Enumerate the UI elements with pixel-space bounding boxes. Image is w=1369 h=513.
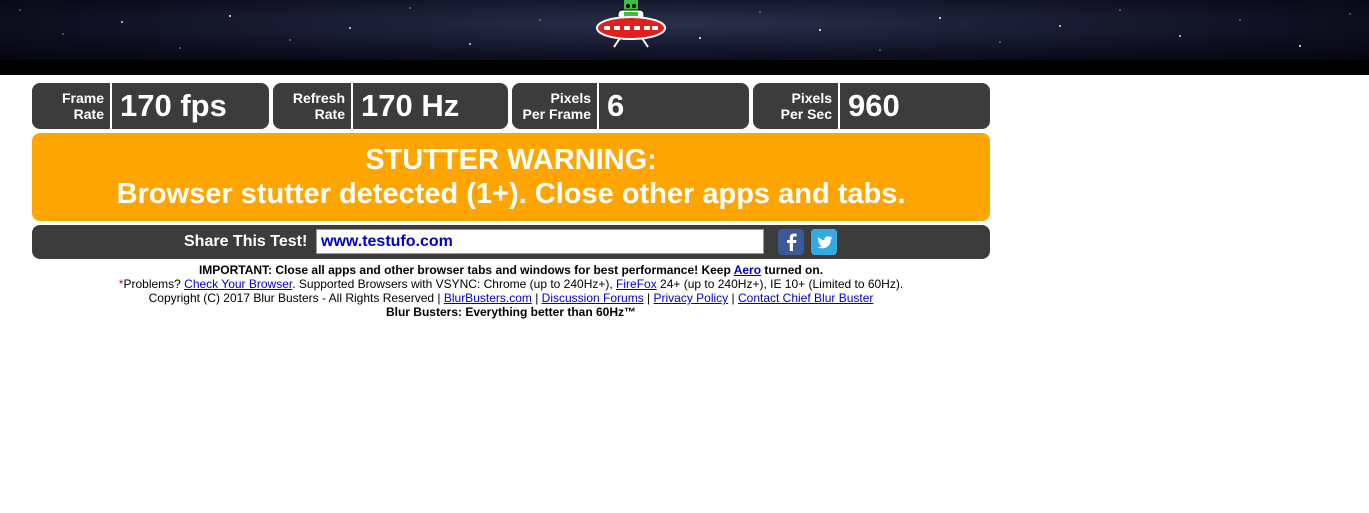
privacy-policy-link[interactable]: Privacy Policy [654, 291, 729, 305]
pixels-per-frame-label-line1: Pixels [550, 90, 591, 106]
footer: IMPORTANT: Close all apps and other brow… [32, 263, 990, 319]
refresh-rate-box: Refresh Rate 170 Hz [273, 83, 508, 129]
footer-tagline: Blur Busters: Everything better than 60H… [385, 305, 637, 319]
separator: | [531, 291, 542, 305]
frame-rate-label-line2: Rate [73, 106, 104, 122]
pixels-per-sec-label: Pixels Per Sec [753, 83, 840, 129]
share-url-input[interactable] [316, 229, 764, 254]
frame-rate-value: 170 fps [120, 88, 227, 123]
separator: | [643, 291, 654, 305]
pixels-per-frame-box: Pixels Per Frame 6 [512, 83, 749, 129]
aero-link[interactable]: Aero [734, 263, 761, 277]
pixels-per-sec-value: 960 [848, 88, 900, 123]
warning-title: STUTTER WARNING: [365, 144, 657, 176]
frame-rate-label-line1: Frame [61, 90, 104, 106]
important-suffix: turned on. [761, 263, 824, 277]
refresh-rate-label-line1: Refresh [292, 90, 345, 106]
stutter-warning-banner: STUTTER WARNING: Browser stutter detecte… [32, 133, 990, 221]
refresh-rate-value: 170 Hz [361, 88, 460, 123]
frame-rate-box: Frame Rate 170 fps [32, 83, 269, 129]
supported-rest: 24+ (up to 240Hz+), IE 10+ (Limited to 6… [656, 277, 904, 291]
separator: | [728, 291, 738, 305]
starfield-header [0, 0, 1369, 60]
important-prefix: IMPORTANT: Close all apps and other brow… [198, 263, 734, 277]
warning-message: Browser stutter detected (1+). Close oth… [116, 178, 906, 210]
pixels-per-sec-label-line1: Pixels [791, 90, 832, 106]
facebook-icon[interactable] [778, 229, 804, 255]
pixels-per-frame-value: 6 [607, 88, 625, 123]
share-label: Share This Test! [184, 233, 308, 250]
blurbusters-link[interactable]: BlurBusters.com [444, 291, 532, 305]
supported-text: . Supported Browsers with VSYNC: Chrome … [292, 277, 617, 291]
footer-problems-line: *Problems? Check Your Browser. Supported… [32, 277, 990, 291]
footer-copyright-line: Copyright (C) 2017 Blur Busters - All Ri… [32, 291, 990, 305]
header-bar [0, 60, 1369, 75]
copyright-text: Copyright (C) 2017 Blur Busters - All Ri… [148, 291, 444, 305]
refresh-rate-label-line2: Rate [314, 106, 345, 122]
pixels-per-sec-box: Pixels Per Sec 960 [753, 83, 990, 129]
ufo-logo-icon[interactable] [594, 0, 668, 48]
pixels-per-sec-label-line2: Per Sec [780, 106, 832, 122]
discussion-forums-link[interactable]: Discussion Forums [542, 291, 644, 305]
frame-rate-label: Frame Rate [32, 83, 112, 129]
footer-important-line: IMPORTANT: Close all apps and other brow… [32, 263, 990, 277]
problems-prefix: Problems? [123, 277, 185, 291]
pixels-per-frame-label: Pixels Per Frame [512, 83, 599, 129]
twitter-icon[interactable] [811, 229, 837, 255]
pixels-per-frame-label-line2: Per Frame [522, 106, 591, 122]
share-bar: Share This Test! [32, 225, 990, 259]
firefox-link[interactable]: FireFox [616, 277, 657, 291]
contact-link[interactable]: Contact Chief Blur Buster [738, 291, 873, 305]
refresh-rate-label: Refresh Rate [273, 83, 353, 129]
check-browser-link[interactable]: Check Your Browser [184, 277, 292, 291]
